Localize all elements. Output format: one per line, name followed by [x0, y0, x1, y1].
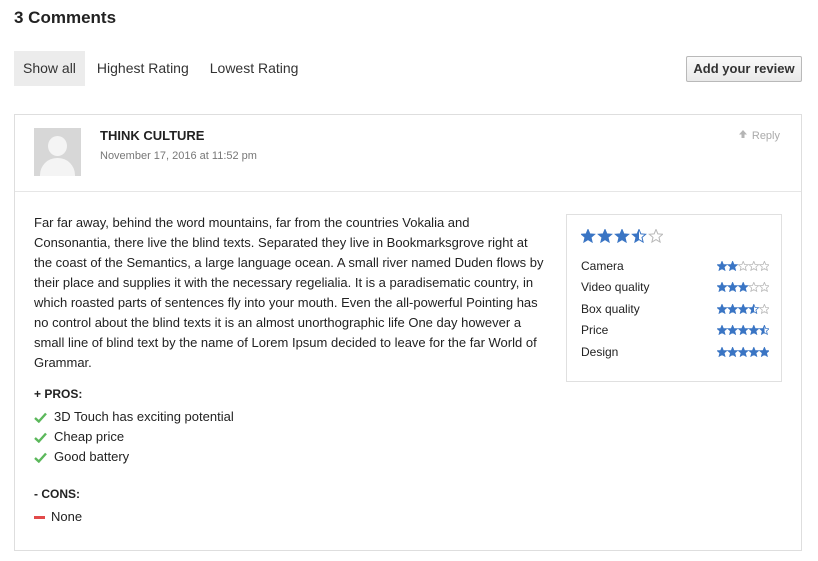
star-icon	[726, 346, 738, 357]
star-icon	[726, 325, 738, 336]
con-item: None	[34, 507, 82, 527]
star-icon	[737, 303, 749, 314]
criterion-stars	[716, 325, 769, 336]
criterion-label: Price	[581, 323, 609, 338]
star-icon	[758, 346, 769, 357]
star-icon	[758, 303, 769, 314]
comment-author: THINK CULTURE	[100, 128, 205, 143]
avatar	[34, 128, 81, 176]
pros-label: + PROS:	[34, 387, 83, 401]
star-icon	[737, 346, 749, 357]
star-icon	[597, 229, 613, 243]
criterion-row: Price	[581, 320, 769, 342]
star-icon	[716, 303, 728, 314]
arrow-up-icon	[738, 129, 752, 142]
pro-text: 3D Touch has exciting potential	[54, 409, 234, 424]
rating-filter-tabs: Show all Highest Rating Lowest Rating	[14, 51, 310, 86]
criterion-label: Box quality	[581, 301, 640, 316]
pro-text: Cheap price	[54, 429, 125, 444]
star-icon	[747, 346, 760, 357]
comment-card: THINK CULTURE November 17, 2016 at 11:52…	[14, 114, 802, 551]
cons-label: - CONS:	[34, 487, 80, 501]
criteria-list: Camera Video quality Box quality Price D…	[581, 255, 769, 363]
overall-rating-stars	[581, 229, 663, 243]
criterion-row: Video quality	[581, 277, 769, 299]
star-icon	[737, 282, 749, 293]
filter-show-all[interactable]: Show all	[14, 51, 85, 86]
criterion-label: Video quality	[581, 280, 650, 295]
star-icon	[758, 325, 769, 336]
pro-item: Cheap price	[34, 427, 234, 447]
checkmark-icon	[34, 452, 47, 463]
filter-lowest-rating[interactable]: Lowest Rating	[201, 51, 308, 86]
criterion-label: Design	[581, 344, 619, 359]
criterion-stars	[716, 260, 769, 271]
checkmark-icon	[34, 432, 47, 443]
star-icon	[716, 325, 728, 336]
criterion-row: Design	[581, 341, 769, 363]
star-icon	[747, 325, 760, 336]
star-icon	[581, 229, 596, 243]
criterion-row: Camera	[581, 255, 769, 277]
star-icon	[631, 229, 647, 243]
star-icon	[716, 346, 728, 357]
star-icon	[614, 229, 630, 243]
add-review-button[interactable]: Add your review	[686, 56, 802, 82]
comment-body: Far far away, behind the word mountains,…	[34, 215, 544, 370]
criterion-row: Box quality	[581, 298, 769, 320]
pros-list: 3D Touch has exciting potential Cheap pr…	[34, 407, 234, 467]
minus-icon	[34, 515, 45, 519]
reply-label: Reply	[751, 129, 780, 142]
criterion-label: Camera	[581, 258, 624, 273]
reply-link[interactable]: Reply	[738, 129, 780, 142]
criterion-stars	[716, 303, 769, 314]
star-icon	[758, 282, 769, 293]
star-icon	[758, 260, 769, 271]
star-icon	[726, 260, 738, 271]
criterion-stars	[716, 282, 769, 293]
pro-text: Good battery	[54, 449, 130, 464]
star-icon	[726, 282, 738, 293]
star-icon	[747, 303, 760, 314]
comments-heading: 3 Comments	[14, 8, 117, 27]
comment-date: November 17, 2016 at 11:52 pm	[100, 150, 257, 162]
pro-item: Good battery	[34, 447, 234, 467]
star-icon	[726, 303, 738, 314]
star-icon	[648, 229, 663, 243]
criterion-stars	[716, 346, 769, 357]
star-icon	[737, 260, 749, 271]
comment-header: THINK CULTURE November 17, 2016 at 11:52…	[15, 115, 801, 192]
filter-highest-rating[interactable]: Highest Rating	[88, 51, 198, 86]
star-icon	[716, 282, 728, 293]
rating-breakdown: Camera Video quality Box quality Price D…	[566, 214, 782, 382]
star-icon	[747, 282, 760, 293]
star-icon	[737, 325, 749, 336]
checkmark-icon	[34, 412, 47, 423]
star-icon	[747, 260, 760, 271]
con-text: None	[51, 509, 83, 524]
cons-list: None	[34, 507, 82, 527]
star-icon	[716, 260, 728, 271]
pro-item: 3D Touch has exciting potential	[34, 407, 234, 427]
